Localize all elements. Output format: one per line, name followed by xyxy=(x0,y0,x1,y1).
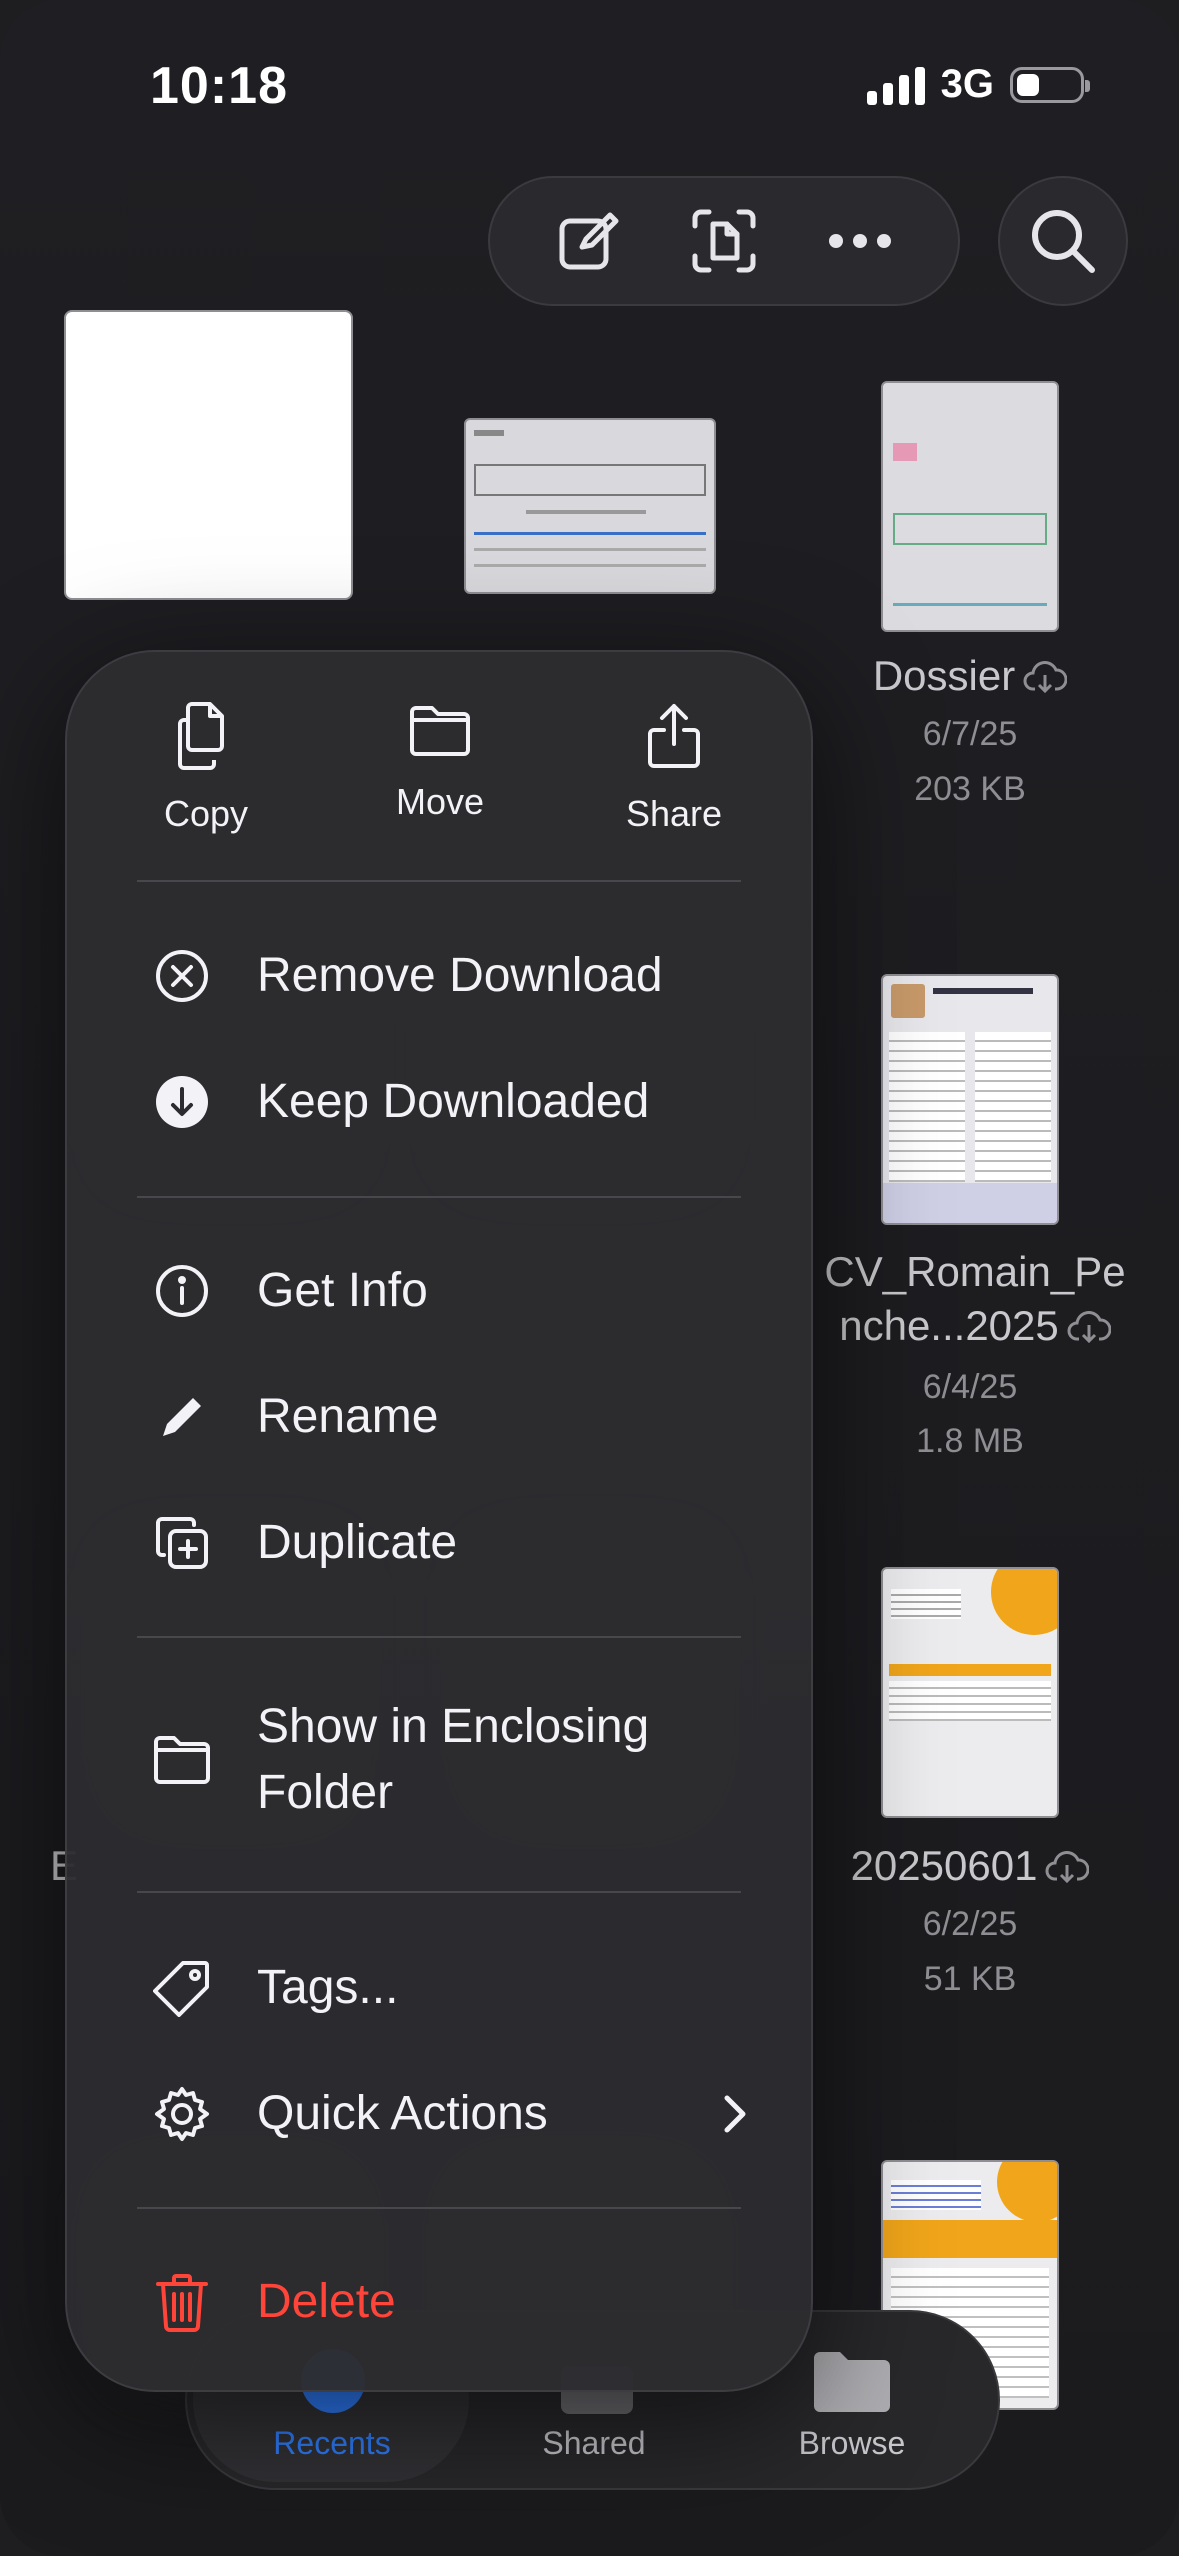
files-app-screen: 10:18 3G Dossier 6/7/25 203 KB CV_Romain… xyxy=(0,0,1179,2556)
file-name: nche...2025 xyxy=(805,1302,1145,1353)
file-thumbnail[interactable] xyxy=(881,974,1059,1225)
cloud-download-icon xyxy=(1023,655,1068,703)
compose-icon[interactable] xyxy=(543,196,633,286)
file-name: Dossier xyxy=(860,652,1080,703)
copy-button[interactable]: Copy xyxy=(106,702,306,835)
search-icon[interactable] xyxy=(998,176,1128,306)
menu-divider xyxy=(137,1636,741,1638)
menu-item-label: Remove Download xyxy=(257,949,663,1002)
file-thumbnail[interactable] xyxy=(881,381,1059,632)
move-label: Move xyxy=(395,781,485,822)
info-icon xyxy=(147,1256,217,1326)
menu-item-label-line2: Folder xyxy=(257,1766,394,1819)
chevron-right-icon xyxy=(723,2094,747,2139)
folder-icon xyxy=(814,2352,890,2412)
more-icon[interactable] xyxy=(815,196,905,286)
share-label: Share xyxy=(625,793,723,834)
menu-item-label: Quick Actions xyxy=(257,2087,548,2140)
file-date: 6/2/25 xyxy=(922,1905,1018,1943)
rename-item[interactable]: Rename xyxy=(147,1367,747,1467)
tag-icon xyxy=(147,1953,217,2023)
quick-actions-item[interactable]: Quick Actions xyxy=(147,2064,747,2164)
share-icon xyxy=(648,704,700,768)
remove-download-item[interactable]: Remove Download xyxy=(147,926,747,1026)
file-date: 6/4/25 xyxy=(922,1368,1018,1406)
file-date: 6/7/25 xyxy=(922,715,1018,753)
cloud-download-icon xyxy=(1067,1305,1112,1353)
status-indicators: 3G xyxy=(866,62,1090,107)
duplicate-item[interactable]: Duplicate xyxy=(147,1493,747,1593)
duplicate-icon xyxy=(147,1508,217,1578)
file-thumbnail[interactable] xyxy=(64,310,353,600)
move-button[interactable]: Move xyxy=(340,702,540,823)
menu-divider xyxy=(137,2207,741,2209)
gear-icon xyxy=(147,2079,217,2149)
menu-item-label: Get Info xyxy=(257,1264,428,1317)
cloud-download-icon xyxy=(1045,1845,1090,1893)
pencil-icon xyxy=(147,1382,217,1452)
trash-icon xyxy=(147,2267,217,2337)
tab-label: Recents xyxy=(273,2425,391,2461)
get-info-item[interactable]: Get Info xyxy=(147,1241,747,1341)
folder-icon xyxy=(410,706,470,756)
file-thumbnail[interactable] xyxy=(464,418,716,594)
menu-item-label: Delete xyxy=(257,2275,396,2328)
tab-label: Browse xyxy=(798,2425,906,2461)
context-menu: Copy Move Share Remove Download Keep Dow… xyxy=(65,650,813,2392)
menu-item-label: Tags... xyxy=(257,1961,399,2014)
file-size: 1.8 MB xyxy=(916,1422,1024,1460)
tags-item[interactable]: Tags... xyxy=(147,1938,747,2038)
file-name: 20250601 xyxy=(820,1842,1120,1893)
network-type: 3G xyxy=(940,62,994,106)
tab-label: Shared xyxy=(542,2425,646,2461)
menu-item-label-line1: Show in Enclosing xyxy=(257,1700,650,1753)
keep-downloaded-item[interactable]: Keep Downloaded xyxy=(147,1052,747,1152)
file-size: 203 KB xyxy=(914,770,1026,808)
menu-item-label: Keep Downloaded xyxy=(257,1075,650,1128)
share-button[interactable]: Share xyxy=(574,702,774,835)
toolbar xyxy=(488,176,960,306)
x-circle-icon xyxy=(147,941,217,1011)
show-in-enclosing-folder-item[interactable]: Show in Enclosing Folder xyxy=(147,1690,747,1830)
menu-item-label: Duplicate xyxy=(257,1516,458,1569)
status-time: 10:18 xyxy=(150,57,288,115)
menu-divider xyxy=(137,880,741,882)
file-size: 51 KB xyxy=(923,1960,1017,1998)
download-circle-icon xyxy=(147,1067,217,1137)
copy-label: Copy xyxy=(163,793,249,834)
menu-item-label: Show in Enclosing Folder xyxy=(257,1694,649,1826)
file-thumbnail[interactable] xyxy=(881,1567,1059,1818)
copy-icon xyxy=(178,702,224,770)
menu-divider xyxy=(137,1196,741,1198)
cellular-signal-icon xyxy=(866,65,925,105)
delete-item[interactable]: Delete xyxy=(147,2252,747,2352)
scan-document-icon[interactable] xyxy=(679,196,769,286)
menu-divider xyxy=(137,1891,741,1893)
battery-icon xyxy=(1010,66,1090,103)
file-name: CV_Romain_Pe xyxy=(824,1248,1126,1295)
folder-icon xyxy=(147,1725,217,1795)
menu-item-label: Rename xyxy=(257,1390,439,1443)
